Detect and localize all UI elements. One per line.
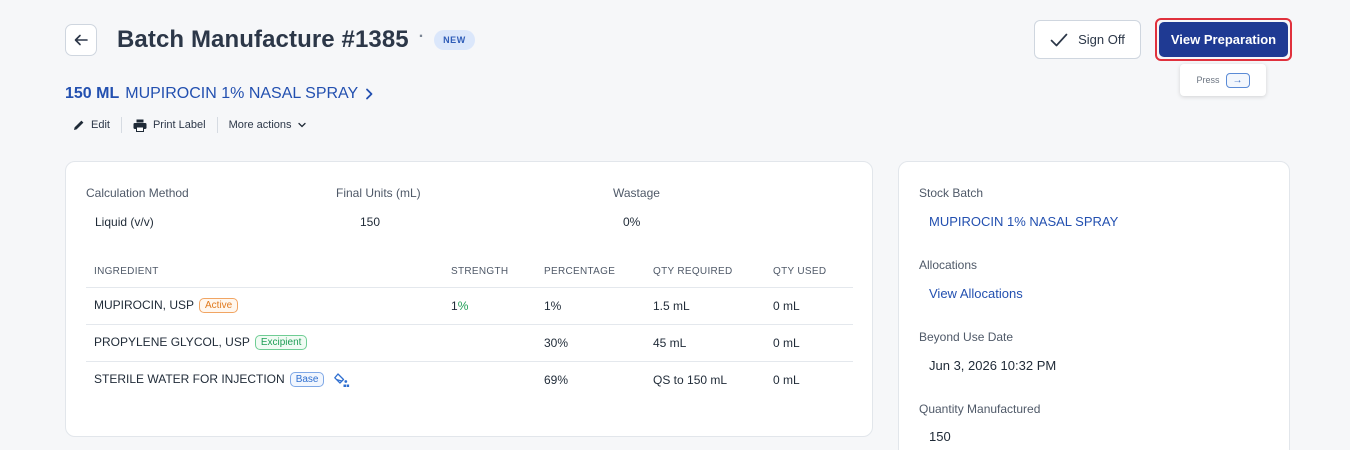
qty-required-cell: 1.5 mL	[645, 287, 765, 325]
pencil-icon	[74, 120, 84, 130]
qty-used-cell: 0 mL	[773, 372, 800, 387]
more-actions-dropdown[interactable]: More actions	[218, 119, 317, 131]
arrow-left-icon	[74, 34, 88, 46]
qty-used-cell: 0 mL	[765, 324, 853, 362]
edit-label: Edit	[91, 119, 110, 131]
strength-cell: 1%	[443, 287, 536, 325]
batch-details-card: Calculation Method Liquid (v/v) Final Un…	[65, 161, 873, 437]
print-label-label: Print Label	[152, 119, 206, 131]
wastage-value: 0%	[623, 215, 641, 229]
tooltip-press-text: Press	[1196, 75, 1220, 85]
ingredient-cell: STERILE WATER FOR INJECTION Base	[86, 361, 443, 398]
table-row: PROPYLENE GLYCOL, USP Excipient 30% 45 mL…	[86, 324, 853, 362]
qty-required-cell: QS to 150 mL	[653, 372, 728, 387]
calculation-method-label: Calculation Method	[86, 186, 189, 200]
beyond-use-date-label: Beyond Use Date	[919, 330, 1014, 344]
column-header-qty-used: QTY USED	[765, 257, 853, 288]
view-allocations-link[interactable]: View Allocations	[929, 286, 1023, 301]
view-preparation-highlight: View Preparation	[1155, 18, 1292, 61]
print-label-button[interactable]: Print Label	[122, 119, 217, 132]
ingredient-type-tag: Base	[289, 372, 325, 388]
batch-toolbar: Edit Print Label More actions	[73, 117, 317, 133]
status-badge: NEW	[434, 30, 475, 50]
strength-cell	[443, 324, 536, 362]
edit-button[interactable]: Edit	[73, 119, 121, 131]
printer-icon	[133, 119, 147, 132]
ingredient-cell: PROPYLENE GLYCOL, USP Excipient	[86, 324, 443, 362]
check-icon	[1050, 33, 1068, 46]
column-header-qty-required: QTY REQUIRED	[645, 257, 765, 288]
header-actions: Sign Off View Preparation	[1034, 18, 1292, 61]
final-units-label: Final Units (mL)	[336, 186, 421, 200]
quantity-manufactured-label: Quantity Manufactured	[919, 402, 1041, 416]
table-row: MUPIROCIN, USP Active 1% 1% 1.5 mL 0 mL	[86, 287, 853, 325]
final-units-value: 150	[360, 215, 381, 229]
view-preparation-button[interactable]: View Preparation	[1159, 22, 1288, 57]
batch-info-sidebar: Stock Batch MUPIROCIN 1% NASAL SPRAY All…	[898, 161, 1290, 450]
percentage-cell: 1%	[536, 287, 645, 325]
title-separator: ·	[418, 28, 425, 45]
column-header-percentage: PERCENTAGE	[536, 257, 645, 288]
ingredient-type-tag: Active	[199, 298, 239, 314]
ingredient-name: PROPYLENE GLYCOL, USP	[94, 334, 250, 349]
stock-batch-label: Stock Batch	[919, 186, 984, 200]
strength-cell	[443, 361, 536, 398]
percentage-cell: 30%	[536, 324, 645, 362]
table-row: STERILE WATER FOR INJECTION Base 69% QS t…	[86, 361, 853, 398]
column-header-ingredient: INGREDIENT	[86, 257, 443, 288]
more-actions-label: More actions	[228, 119, 292, 131]
ingredients-table: INGREDIENT STRENGTH PERCENTAGE QTY REQUI…	[86, 257, 853, 398]
beyond-use-date-value: Jun 3, 2026 10:32 PM	[929, 358, 1057, 373]
calculation-method-value: Liquid (v/v)	[95, 215, 154, 229]
page-header: Batch Manufacture #1385 · NEW	[65, 22, 475, 58]
back-button[interactable]	[65, 24, 97, 56]
wastage-label: Wastage	[613, 186, 660, 200]
product-link[interactable]: 150 ML MUPIROCIN 1% NASAL SPRAY	[65, 85, 374, 103]
percentage-cell: 69%	[544, 372, 569, 387]
chevron-right-icon	[366, 88, 373, 100]
qty-required-cell: 45 mL	[645, 324, 765, 362]
ingredient-type-tag: Excipient	[254, 335, 308, 351]
quantity-manufactured-value: 150	[929, 429, 951, 444]
ingredient-name: STERILE WATER FOR INJECTION	[94, 371, 285, 386]
strength-unit: %	[457, 298, 469, 313]
qs-fill-icon[interactable]	[333, 372, 350, 388]
sign-off-label: Sign Off	[1078, 32, 1125, 47]
allocations-label: Allocations	[919, 258, 978, 272]
keyboard-shortcut-tooltip: Press →	[1180, 64, 1266, 96]
page-title: Batch Manufacture #1385	[117, 26, 409, 53]
sign-off-button[interactable]: Sign Off	[1034, 20, 1141, 59]
column-header-strength: STRENGTH	[443, 257, 536, 288]
ingredient-name: MUPIROCIN, USP	[94, 297, 195, 312]
table-header-row: INGREDIENT STRENGTH PERCENTAGE QTY REQUI…	[86, 257, 853, 288]
qty-used-cell: 0 mL	[765, 287, 853, 325]
product-name: MUPIROCIN 1% NASAL SPRAY	[125, 85, 359, 102]
product-quantity: 150 ML	[65, 85, 120, 102]
ingredient-cell: MUPIROCIN, USP Active	[86, 287, 443, 325]
arrow-right-key: →	[1225, 72, 1250, 88]
strength-value: 1	[451, 298, 458, 313]
stock-batch-link[interactable]: MUPIROCIN 1% NASAL SPRAY	[929, 214, 1118, 229]
chevron-down-icon	[297, 122, 306, 128]
